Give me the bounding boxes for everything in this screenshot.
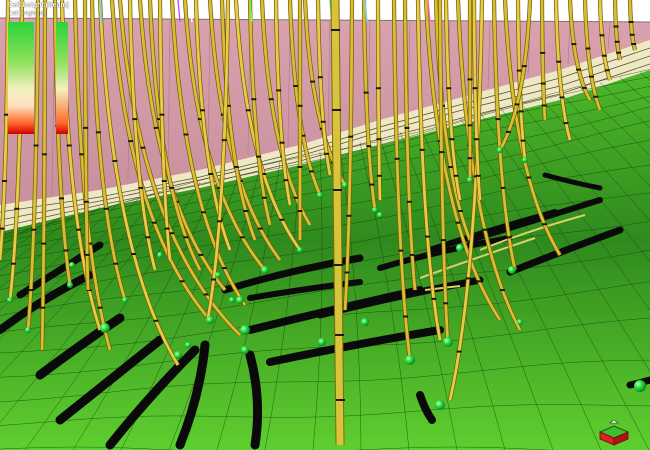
legend-subtitle: Cell height [m] — [8, 11, 47, 17]
3d-viewport[interactable] — [0, 0, 650, 450]
legend-colorbar — [8, 22, 34, 134]
legend-colorbar-secondary — [56, 22, 68, 134]
legend-title: Cell height (Seam) — [8, 2, 70, 9]
orientation-cube-icon[interactable] — [598, 420, 632, 446]
color-legend: Cell height (Seam) Cell height [m] — [6, 2, 76, 142]
